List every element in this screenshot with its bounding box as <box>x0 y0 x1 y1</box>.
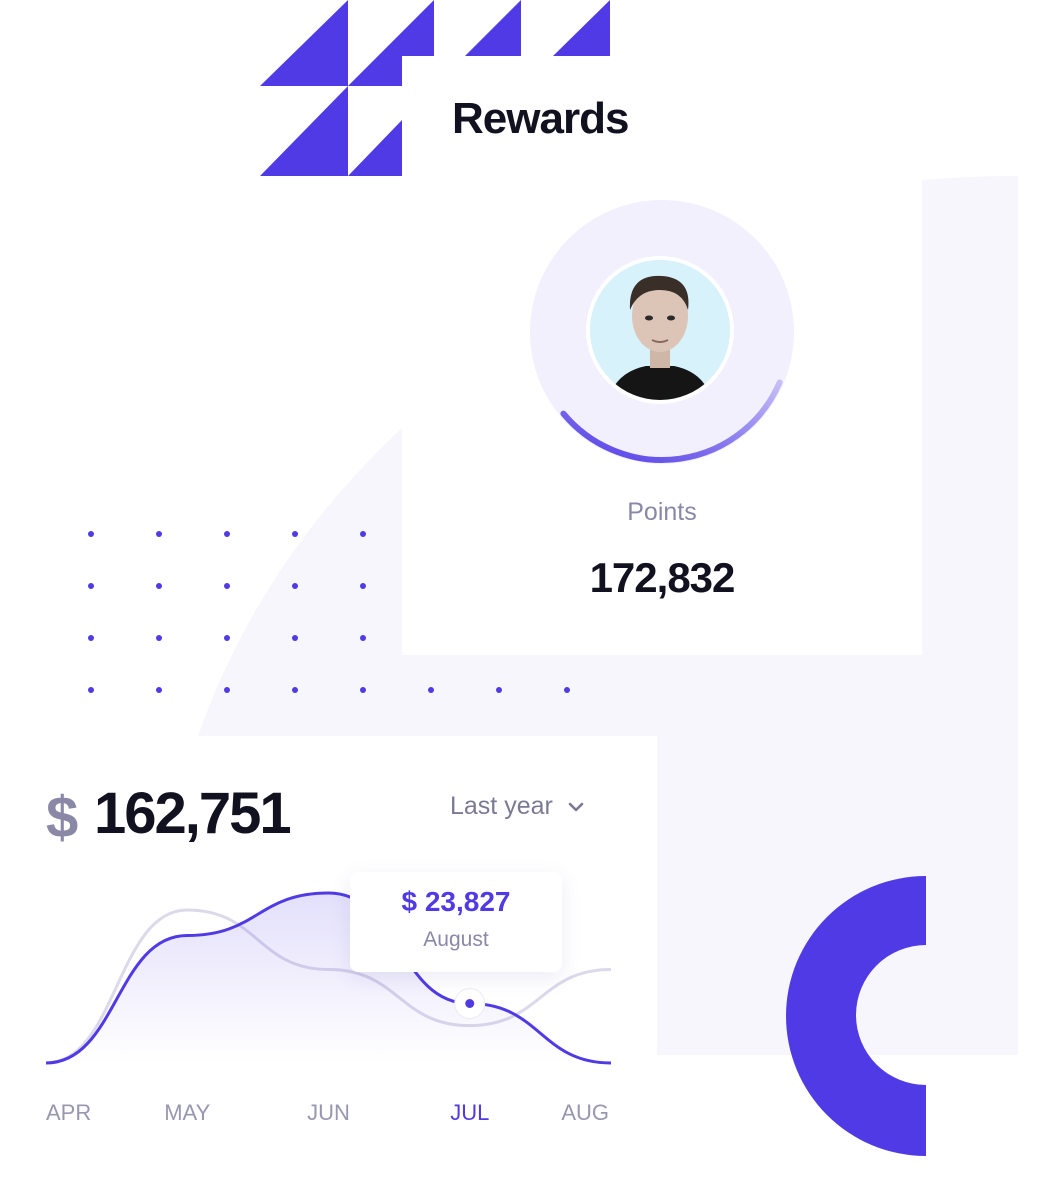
decor-dot <box>564 687 570 693</box>
decor-dot <box>292 531 298 537</box>
currency-symbol: $ <box>46 785 79 850</box>
decor-dot <box>156 531 162 537</box>
decor-dot <box>292 583 298 589</box>
decor-dot <box>224 531 230 537</box>
period-select[interactable]: Last year <box>450 792 585 821</box>
decor-dot <box>156 687 162 693</box>
rewards-logo-icon <box>260 0 610 176</box>
x-tick-label: AUG <box>561 1100 609 1125</box>
revenue-card: APR MAY JUN JUL AUG $ 162,751 Last year $ 23… <box>0 736 657 1156</box>
user-avatar-image <box>590 260 730 400</box>
decor-dot <box>224 583 230 589</box>
decor-dot <box>496 687 502 693</box>
highlight-point[interactable] <box>465 999 475 1008</box>
decor-dot <box>360 583 366 589</box>
x-tick-label: JUL <box>450 1100 489 1125</box>
decor-dot <box>292 687 298 693</box>
x-tick-label: MAY <box>164 1100 210 1125</box>
period-select-label: Last year <box>450 792 553 820</box>
user-avatar[interactable] <box>586 256 734 404</box>
decor-dot <box>360 531 366 537</box>
tooltip-value: $ 23,827 <box>401 886 511 917</box>
x-tick-label: APR <box>46 1100 91 1125</box>
points-value: 172,832 <box>589 554 736 601</box>
decor-dot <box>156 635 162 641</box>
page-title: Rewards <box>452 94 629 143</box>
decor-dot <box>360 635 366 641</box>
decor-dot <box>224 687 230 693</box>
decor-dot <box>156 583 162 589</box>
decor-dot <box>360 687 366 693</box>
decor-dot <box>224 635 230 641</box>
decor-dot <box>88 583 94 589</box>
tooltip-label: August <box>423 928 489 951</box>
chart-tooltip: $ 23,827 August <box>350 872 562 972</box>
decor-dot <box>88 635 94 641</box>
revenue-total: 162,751 <box>94 781 292 846</box>
decor-dot <box>88 531 94 537</box>
decor-dot <box>292 635 298 641</box>
decor-dot <box>428 687 434 693</box>
chevron-down-icon <box>568 802 584 811</box>
profile-card: Points 172,832 <box>402 180 922 655</box>
points-label: Points <box>627 498 697 526</box>
x-tick-label: JUN <box>307 1100 350 1125</box>
decor-dot <box>88 687 94 693</box>
